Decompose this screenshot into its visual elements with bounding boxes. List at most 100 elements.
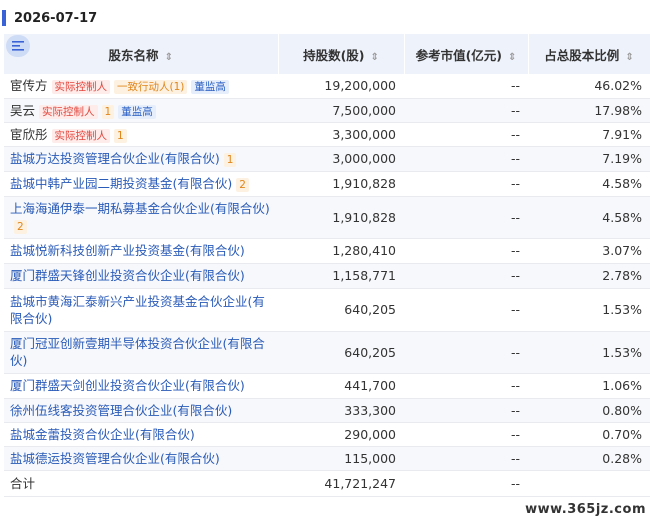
holder-name[interactable]: 宦传方 xyxy=(10,78,48,93)
table-row: 盐城金蕾投资合伙企业(有限合伙) 290,000 -- 0.70% xyxy=(4,422,650,447)
table-row: 宦传方 实际控制人 一致行动人(1) 董监高 19,200,000 -- 46.02% xyxy=(4,74,650,99)
market-value-cell: -- xyxy=(404,98,528,123)
shares-cell: 333,300 xyxy=(278,398,404,423)
holder-tag: 实际控制人 xyxy=(51,128,111,143)
holder-name[interactable]: 徐州伍线客投资管理合伙企业(有限合伙) xyxy=(10,403,232,418)
holder-name[interactable]: 盐城悦新科技创新产业投资基金(有限合伙) xyxy=(10,243,245,258)
holder-tag: 1 xyxy=(223,153,237,167)
holder-tag: 实际控制人 xyxy=(39,104,98,119)
holder-cell[interactable]: 盐城德运投资管理合伙企业(有限合伙) xyxy=(4,446,278,471)
holder-cell[interactable]: 盐城市黄海汇泰新兴产业投资基金合伙企业(有限合伙) xyxy=(4,288,278,332)
market-value-cell: -- xyxy=(404,373,528,399)
shares-cell: 3,300,000 xyxy=(278,122,404,147)
shares-cell: 1,910,828 xyxy=(278,196,404,239)
column-header-ratio[interactable]: 占总股本比例 ⇕ xyxy=(528,34,650,74)
shares-cell: 640,205 xyxy=(278,288,404,332)
holder-tag: 实际控制人 xyxy=(51,80,111,95)
holder-name[interactable]: 盐城德运投资管理合伙企业(有限合伙) xyxy=(10,451,220,466)
ratio-cell: 4.58% xyxy=(528,171,650,197)
table-row: 厦门冠亚创新壹期半导体投资合伙企业(有限合伙) 640,205 -- 1.53% xyxy=(4,331,650,374)
market-value-cell: -- xyxy=(404,446,528,471)
holder-cell[interactable]: 盐城悦新科技创新产业投资基金(有限合伙) xyxy=(4,238,278,264)
total-row: 合计 41,721,247 -- xyxy=(4,470,650,497)
ratio-cell: 3.07% xyxy=(528,238,650,264)
table-row: 吴云 实际控制人 1 董监高 7,500,000 -- 17.98% xyxy=(4,98,650,123)
holder-name[interactable]: 厦门冠亚创新壹期半导体投资合伙企业(有限合伙) xyxy=(10,336,265,368)
ratio-cell: 0.80% xyxy=(528,398,650,423)
holder-name[interactable]: 盐城市黄海汇泰新兴产业投资基金合伙企业(有限合伙) xyxy=(10,294,265,326)
holder-name[interactable]: 盐城方达投资管理合伙企业(有限合伙) xyxy=(10,151,220,166)
market-value-cell: -- xyxy=(404,288,528,332)
ratio-cell: 7.19% xyxy=(528,146,650,172)
market-value-cell: -- xyxy=(404,171,528,197)
holder-cell[interactable]: 宦传方 实际控制人 一致行动人(1) 董监高 xyxy=(4,74,278,99)
holder-name[interactable]: 厦门群盛天锋创业投资合伙企业(有限合伙) xyxy=(10,268,245,283)
table-header-row: 股东名称 ⇕ 持股数(股) ⇕ 参考市值(亿元) ⇕ 占总股本比例 ⇕ xyxy=(4,34,650,74)
holder-tag: 一致行动人(1) xyxy=(114,80,188,95)
ratio-cell: 1.06% xyxy=(528,373,650,399)
holder-cell[interactable]: 盐城中韩产业园二期投资基金(有限合伙) 2 xyxy=(4,171,278,197)
holder-cell[interactable]: 徐州伍线客投资管理合伙企业(有限合伙) xyxy=(4,398,278,423)
sort-icon[interactable]: ⇕ xyxy=(508,52,516,63)
column-header-shares[interactable]: 持股数(股) ⇕ xyxy=(278,34,405,74)
menu-toggle-icon[interactable] xyxy=(6,35,30,57)
holder-name[interactable]: 宦欣彤 xyxy=(10,127,48,142)
holder-cell[interactable]: 宦欣彤 实际控制人 1 xyxy=(4,122,278,147)
shares-cell: 19,200,000 xyxy=(278,74,404,99)
table-row: 盐城市黄海汇泰新兴产业投资基金合伙企业(有限合伙) 640,205 -- 1.53% xyxy=(4,288,650,332)
shares-cell: 640,205 xyxy=(278,331,404,374)
market-value-cell: -- xyxy=(404,196,528,239)
ratio-cell: 1.53% xyxy=(528,288,650,332)
shareholder-table: 股东名称 ⇕ 持股数(股) ⇕ 参考市值(亿元) ⇕ 占总股本比例 ⇕ 宦传方 实际控制人… xyxy=(4,34,650,497)
holder-cell[interactable]: 吴云 实际控制人 1 董监高 xyxy=(4,98,278,123)
market-value-cell: -- xyxy=(404,146,528,172)
holder-name[interactable]: 盐城金蕾投资合伙企业(有限合伙) xyxy=(10,427,195,442)
market-value-cell: -- xyxy=(404,398,528,423)
total-market-value: -- xyxy=(404,470,528,497)
shares-cell: 7,500,000 xyxy=(278,98,404,123)
table-row: 盐城德运投资管理合伙企业(有限合伙) 115,000 -- 0.28% xyxy=(4,446,650,471)
holder-tag: 1 xyxy=(101,104,115,119)
ratio-cell: 17.98% xyxy=(528,98,650,123)
table-row: 宦欣彤 实际控制人 1 3,300,000 -- 7.91% xyxy=(4,122,650,147)
shares-cell: 1,280,410 xyxy=(278,238,404,264)
table-row: 徐州伍线客投资管理合伙企业(有限合伙) 333,300 -- 0.80% xyxy=(4,398,650,423)
holder-cell[interactable]: 厦门冠亚创新壹期半导体投资合伙企业(有限合伙) xyxy=(4,331,278,374)
holder-name[interactable]: 吴云 xyxy=(10,103,35,118)
holder-cell[interactable]: 上海海通伊泰一期私募基金合伙企业(有限合伙) 2 xyxy=(4,196,278,239)
total-label: 合计 xyxy=(4,470,278,497)
sort-icon[interactable]: ⇕ xyxy=(625,52,633,63)
market-value-cell: -- xyxy=(404,263,528,289)
market-value-cell: -- xyxy=(404,74,528,99)
ratio-cell: 2.78% xyxy=(528,263,650,289)
holder-cell[interactable]: 厦门群盛天锋创业投资合伙企业(有限合伙) xyxy=(4,263,278,289)
holder-cell[interactable]: 厦门群盛天剑创业投资合伙企业(有限合伙) xyxy=(4,373,278,399)
holder-name[interactable]: 上海海通伊泰一期私募基金合伙企业(有限合伙) xyxy=(10,201,270,216)
sort-icon[interactable]: ⇕ xyxy=(165,52,173,63)
market-value-cell: -- xyxy=(404,238,528,264)
shares-cell: 441,700 xyxy=(278,373,404,399)
ratio-cell: 46.02% xyxy=(528,74,650,99)
ratio-cell: 4.58% xyxy=(528,196,650,239)
market-value-cell: -- xyxy=(404,122,528,147)
total-ratio xyxy=(528,470,650,497)
ratio-cell: 0.28% xyxy=(528,446,650,471)
market-value-cell: -- xyxy=(404,422,528,447)
holder-name[interactable]: 盐城中韩产业园二期投资基金(有限合伙) xyxy=(10,176,232,191)
holder-tag: 董监高 xyxy=(191,80,229,95)
watermark: www.365jz.com xyxy=(521,502,650,517)
column-header-holder[interactable]: 股东名称 ⇕ xyxy=(4,34,279,74)
date-header: 2026-07-17 xyxy=(0,8,97,28)
column-header-market-value[interactable]: 参考市值(亿元) ⇕ xyxy=(404,34,529,74)
shares-cell: 1,910,828 xyxy=(278,171,404,197)
holder-cell[interactable]: 盐城方达投资管理合伙企业(有限合伙) 1 xyxy=(4,146,278,172)
table-row: 盐城悦新科技创新产业投资基金(有限合伙) 1,280,410 -- 3.07% xyxy=(4,238,650,264)
shares-cell: 1,158,771 xyxy=(278,263,404,289)
holder-name[interactable]: 厦门群盛天剑创业投资合伙企业(有限合伙) xyxy=(10,378,245,393)
sort-icon[interactable]: ⇕ xyxy=(371,52,379,63)
table-row: 盐城中韩产业园二期投资基金(有限合伙) 2 1,910,828 -- 4.58% xyxy=(4,171,650,197)
holder-cell[interactable]: 盐城金蕾投资合伙企业(有限合伙) xyxy=(4,422,278,447)
shares-cell: 115,000 xyxy=(278,446,404,471)
holder-tag: 董监高 xyxy=(118,104,156,119)
date-accent-bar xyxy=(2,10,6,26)
